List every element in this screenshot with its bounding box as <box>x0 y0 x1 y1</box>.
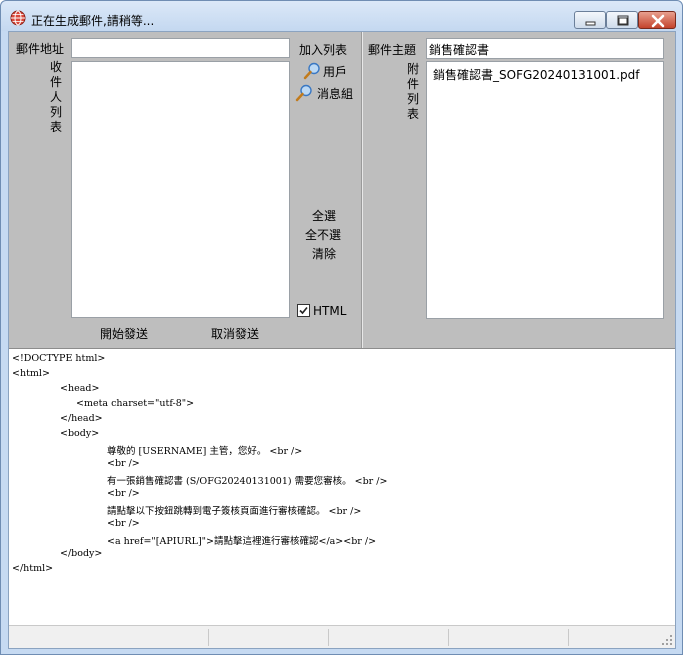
panel-divider <box>361 32 363 348</box>
code-line: <br /> <box>107 458 140 469</box>
window-title: 正在生成郵件,請稍等... <box>31 14 155 28</box>
close-icon <box>651 14 665 28</box>
recipients-label: 收件人列表 <box>49 60 62 134</box>
list-item[interactable]: 銷售確認書_SOFG20240131001.pdf <box>433 66 640 83</box>
select-all-button[interactable]: 全選 <box>312 207 336 224</box>
status-cell <box>209 629 329 646</box>
status-cell <box>329 629 449 646</box>
window: 正在生成郵件,請稍等... 郵件地址 收件人列表 加入列表 用戶 消息組 全選 … <box>0 0 683 655</box>
code-line: <br /> <box>107 488 140 499</box>
user-link[interactable]: 用戶 <box>323 63 347 80</box>
code-line: </html> <box>12 563 54 574</box>
code-line: <body> <box>60 428 100 439</box>
select-none-button[interactable]: 全不選 <box>305 226 341 243</box>
html-checkbox-label: HTML <box>313 304 347 318</box>
code-line: <head> <box>60 383 100 394</box>
subject-input[interactable]: 銷售確認書 <box>426 38 664 59</box>
code-line: </body> <box>60 548 103 559</box>
code-line: <meta charset="utf-8"> <box>76 398 195 409</box>
recipients-list[interactable] <box>71 61 290 318</box>
code-line: 有一張銷售確認書 (S/OFG20240131001) 需要您審核。 <br /… <box>107 476 388 487</box>
minimize-button[interactable] <box>574 11 606 29</box>
maximize-icon <box>617 15 629 26</box>
maximize-button[interactable] <box>606 11 638 29</box>
code-line: 請點擊以下按鈕跳轉到電子簽核頁面進行審核確認。 <br /> <box>107 506 362 517</box>
resize-grip-icon[interactable] <box>661 634 673 646</box>
html-body-editor[interactable]: <!DOCTYPE html> <html> <head> <meta char… <box>9 348 675 625</box>
magnifier-icon <box>303 62 320 80</box>
code-line: 尊敬的 [USERNAME] 主管，您好。 <br /> <box>107 446 303 457</box>
code-line: <a href="[APIURL]">請點擊這裡進行審核確認</a><br /> <box>107 536 377 547</box>
globe-icon <box>10 10 26 26</box>
clear-button[interactable]: 清除 <box>312 245 336 262</box>
title-bar[interactable]: 正在生成郵件,請稍等... <box>1 1 682 31</box>
minimize-icon <box>585 21 596 26</box>
mail-address-label: 郵件地址 <box>16 42 65 56</box>
start-send-button[interactable]: 開始發送 <box>100 325 148 342</box>
group-link[interactable]: 消息組 <box>317 85 353 102</box>
status-cell <box>449 629 569 646</box>
attachments-label: 附件列表 <box>406 62 419 121</box>
html-checkbox[interactable] <box>297 304 310 317</box>
magnifier-icon <box>295 84 312 102</box>
mail-address-input[interactable] <box>71 38 290 58</box>
mail-form-panel: 郵件地址 收件人列表 加入列表 用戶 消息組 全選 全不選 清除 HTML 開始… <box>9 32 675 348</box>
client-area: 郵件地址 收件人列表 加入列表 用戶 消息組 全選 全不選 清除 HTML 開始… <box>8 31 676 649</box>
status-bar <box>9 625 675 648</box>
subject-label: 郵件主題 <box>368 43 417 57</box>
status-cell <box>9 629 209 646</box>
add-list-label: 加入列表 <box>299 43 348 57</box>
code-line: </head> <box>60 413 103 424</box>
code-line: <html> <box>12 368 50 379</box>
cancel-send-button[interactable]: 取消發送 <box>211 325 259 342</box>
code-line: <!DOCTYPE html> <box>12 353 106 364</box>
attachments-list[interactable]: 銷售確認書_SOFG20240131001.pdf <box>426 61 664 319</box>
subject-value: 銷售確認書 <box>429 43 490 57</box>
code-line: <br /> <box>107 518 140 529</box>
close-button[interactable] <box>638 11 676 29</box>
checkmark-icon <box>299 306 308 315</box>
